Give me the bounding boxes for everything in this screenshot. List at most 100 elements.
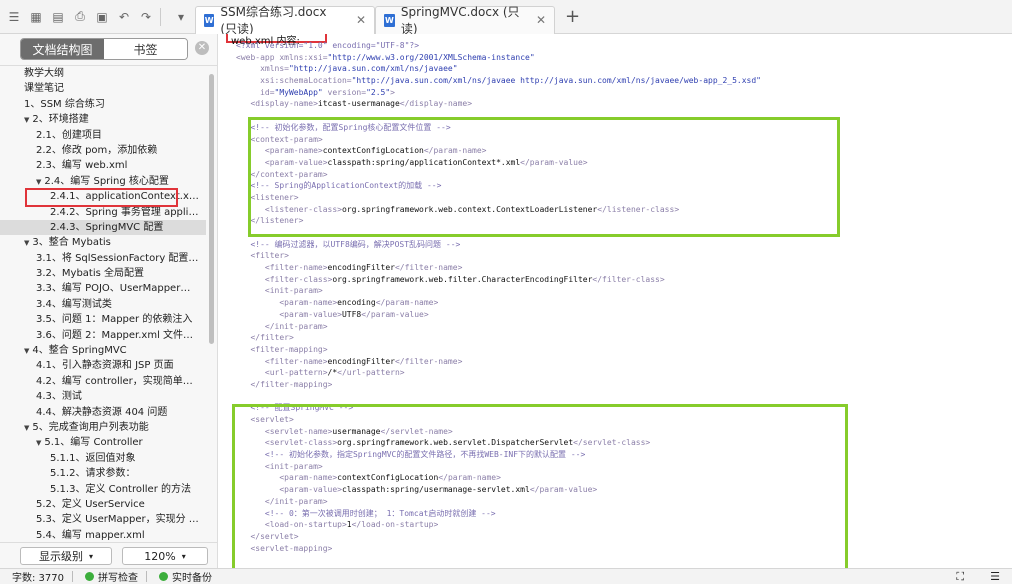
outline-item[interactable]: ▼ 2、环境搭建 <box>0 112 206 127</box>
status-dot-icon <box>85 572 94 581</box>
code-token: <filter-name> <box>236 263 328 273</box>
code-token: <filter-mapping> <box>236 344 328 354</box>
level-select[interactable]: 显示级别 ▾ <box>20 547 112 565</box>
outline-item-label: 5.1、编写 Controller <box>44 437 143 449</box>
level-select-value: 显示级别 <box>38 550 83 563</box>
code-line: </init-param> <box>236 321 761 333</box>
spell-check-toggle[interactable]: 拼写检查 <box>85 569 138 584</box>
code-line: <filter-mapping> <box>236 344 761 356</box>
outline-item-label: 2、环境搭建 <box>32 114 89 126</box>
outline-item[interactable]: 5.2、定义 UserService <box>0 497 206 512</box>
toolbar: ☰ ▦ ▤ ⎙ ▣ ↶ ↷ ▾ W SSM综合练习.docx (只读) ✕ W … <box>0 0 1012 36</box>
highlight-box <box>232 404 848 568</box>
code-token: </url-pattern> <box>337 368 405 378</box>
fullscreen-icon[interactable]: ⛶ <box>956 570 964 584</box>
fit-page-icon[interactable]: ☰ <box>990 570 1000 583</box>
outline-item-label: 3.5、问题 1：Mapper 的依赖注入 <box>36 314 193 326</box>
outline-item[interactable]: ▼ 4、整合 SpringMVC <box>0 343 206 358</box>
code-token: </display-name> <box>399 99 473 109</box>
export-pdf-icon[interactable]: ▤ <box>50 9 66 25</box>
outline-item[interactable]: 4.4、解决静态资源 404 问题 <box>0 405 206 420</box>
tab-outline[interactable]: 文档结构图 <box>21 39 104 59</box>
outline-item[interactable]: 课堂笔记 <box>0 81 206 96</box>
outline-item-label: 3.6、问题 2：Mapper.xml 文件问… <box>36 329 204 341</box>
outline-item-label: 5.1.3、定义 Controller 的方法 <box>50 483 191 495</box>
grid-icon[interactable]: ▦ <box>28 9 44 25</box>
outline-item[interactable]: 1、SSM 综合练习 <box>0 97 206 112</box>
outline-item[interactable]: 3.6、问题 2：Mapper.xml 文件问… <box>0 328 206 343</box>
close-sidebar-icon[interactable]: ✕ <box>195 41 209 55</box>
outline-item-label: 课堂笔记 <box>24 83 64 95</box>
outline-item[interactable]: ▼ 5、完成查询用户列表功能 <box>0 420 206 435</box>
caret-down-icon[interactable]: ▼ <box>24 239 29 247</box>
outline-item-label: 2.4、编写 Spring 核心配置 <box>44 175 169 187</box>
code-line: <filter-name>encodingFilter</filter-name… <box>236 262 761 274</box>
code-line: id="MyWebApp" version="2.5"> <box>236 87 761 99</box>
tab-doc-1[interactable]: W SSM综合练习.docx (只读) ✕ <box>195 5 375 36</box>
tab-doc-2[interactable]: W SpringMVC.docx (只读) ✕ <box>375 5 555 36</box>
outline-item[interactable]: 5.1.2、请求参数： <box>0 466 206 481</box>
zoom-select[interactable]: 120% ▾ <box>122 547 208 565</box>
sidebar-scrollbar[interactable] <box>209 74 214 344</box>
status-divider <box>72 571 73 582</box>
sidebar-footer: 显示级别 ▾ 120% ▾ <box>0 542 218 568</box>
outline-item-label: 4、整合 SpringMVC <box>32 345 127 357</box>
print-icon[interactable]: ⎙ <box>72 9 88 25</box>
outline-item[interactable]: 3.2、Mybatis 全局配置 <box>0 266 206 281</box>
outline-item[interactable]: 4.2、编写 controller，实现简单页… <box>0 374 206 389</box>
outline-item-label: 2.2、修改 pom，添加依赖 <box>36 144 158 156</box>
outline-item[interactable]: 3.4、编写测试类 <box>0 297 206 312</box>
code-line: </filter> <box>236 332 761 344</box>
outline-item[interactable]: 5.3、定义 UserMapper，实现分 … <box>0 512 206 527</box>
code-token: </init-param> <box>236 321 328 331</box>
outline-item[interactable]: ▼ 5.1、编写 Controller <box>0 435 206 450</box>
undo-icon[interactable]: ↶ <box>116 9 132 25</box>
outline-item-label: 4.1、引入静态资源和 JSP 页面 <box>36 360 174 372</box>
outline-item[interactable]: 2.1、创建项目 <box>0 128 206 143</box>
outline-item-label: 教学大纲 <box>24 68 64 79</box>
code-token: encodingFilter <box>327 263 395 273</box>
caret-down-icon[interactable]: ▼ <box>36 178 41 186</box>
caret-down-icon[interactable]: ▼ <box>24 424 29 432</box>
outline-item[interactable]: 5.1.3、定义 Controller 的方法 <box>0 482 206 497</box>
new-tab-icon[interactable]: + <box>565 6 580 27</box>
outline-item[interactable]: 3.5、问题 1：Mapper 的依赖注入 <box>0 312 206 327</box>
outline-item[interactable]: 教学大纲 <box>0 66 206 81</box>
outline-item[interactable]: 4.3、测试 <box>0 389 206 404</box>
spell-check-label: 拼写检查 <box>98 573 138 584</box>
code-token: <param-value> <box>236 309 342 319</box>
outline-item[interactable]: ▼ 2.4、编写 Spring 核心配置 <box>0 174 206 189</box>
code-line: <param-value>UTF8</param-value> <box>236 309 761 321</box>
outline-item[interactable]: 5.1.1、返回值对象 <box>0 451 206 466</box>
word-doc-icon: W <box>384 13 395 27</box>
document-page[interactable]: web.xml 内容: <?xml version="1.0" encoding… <box>219 34 1012 568</box>
caret-down-icon[interactable]: ▼ <box>24 116 29 124</box>
menu-icon[interactable]: ☰ <box>6 9 22 25</box>
code-line: <filter-class>org.springframework.web.fi… <box>236 274 761 286</box>
outline-item[interactable]: 2.4.3、SpringMVC 配置 <box>0 219 206 236</box>
outline-item[interactable]: 5.4、编写 mapper.xml <box>0 528 206 540</box>
dropdown-arrow-icon[interactable]: ▾ <box>173 9 189 25</box>
redo-icon[interactable]: ↷ <box>138 9 154 25</box>
code-token: </filter-name> <box>394 356 463 366</box>
close-tab-icon[interactable]: ✕ <box>356 13 366 27</box>
code-token: org.springframework.web.filter.Character… <box>332 274 593 284</box>
outline-item-label: 3.1、将 SqlSessionFactory 配置 … <box>36 252 202 264</box>
code-token: <!-- 编码过滤器，以UTF8编码，解决POST乱码问题 --> <box>236 239 461 249</box>
caret-down-icon[interactable]: ▼ <box>36 439 41 447</box>
chevron-down-icon: ▾ <box>88 551 93 561</box>
outline-item[interactable]: 3.3、编写 POJO、UserMapper、… <box>0 281 206 296</box>
print-preview-icon[interactable]: ▣ <box>94 9 110 25</box>
outline-item[interactable]: 3.1、将 SqlSessionFactory 配置 … <box>0 251 206 266</box>
close-tab-icon[interactable]: ✕ <box>536 13 546 27</box>
outline-item-label: 3.4、编写测试类 <box>36 298 112 310</box>
outline-item[interactable]: 2.2、修改 pom，添加依赖 <box>0 143 206 158</box>
code-line: <param-name>encoding</param-name> <box>236 297 761 309</box>
zoom-select-value: 120% <box>144 549 176 563</box>
outline-item[interactable]: 2.3、编写 web.xml <box>0 158 206 173</box>
tab-bookmarks[interactable]: 书签 <box>104 39 187 59</box>
auto-backup-toggle[interactable]: 实时备份 <box>159 569 212 584</box>
outline-item[interactable]: ▼ 3、整合 Mybatis <box>0 235 206 250</box>
caret-down-icon[interactable]: ▼ <box>24 347 29 355</box>
outline-item[interactable]: 4.1、引入静态资源和 JSP 页面 <box>0 358 206 373</box>
